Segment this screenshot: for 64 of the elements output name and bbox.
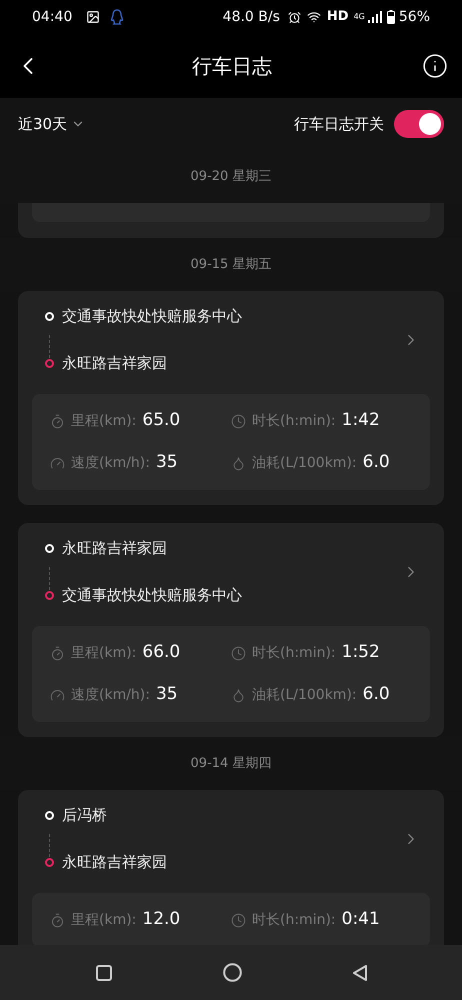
date-range-dropdown[interactable]: 近30天	[18, 112, 86, 136]
clock-icon	[231, 646, 246, 660]
clock-icon	[231, 912, 246, 928]
stat-value: 66.0	[142, 641, 180, 664]
stopwatch-icon	[50, 414, 65, 428]
penguin-icon	[110, 9, 124, 25]
clock-time: 04:40	[32, 8, 72, 26]
trip-card[interactable]: 交通事故快处快赔服务中心 永旺路吉祥家园 里程(km): 65.0 时长(h:min): 1:42 速度(km/h): 35 油耗(L/100km): 6.0	[18, 291, 444, 505]
stat-value: 6.0	[362, 451, 390, 474]
stopwatch-icon	[50, 646, 65, 660]
image-icon	[86, 10, 100, 24]
start-location: 永旺路吉祥家园	[62, 538, 167, 559]
drop-icon	[231, 688, 246, 702]
signal-icon	[368, 11, 383, 23]
date-header: 09-20 星期三	[190, 168, 272, 186]
stat-value: 0:41	[342, 908, 380, 932]
stopwatch-icon	[50, 912, 65, 928]
stat-label: 里程(km):	[71, 412, 136, 430]
stat-value: 6.0	[362, 683, 390, 706]
stat-label: 时长(h:min):	[252, 644, 336, 662]
stat-value: 65.0	[142, 409, 180, 432]
stat-value: 35	[156, 683, 178, 706]
stat-label: 油耗(L/100km):	[252, 454, 357, 472]
end-location: 交通事故快处快赔服务中心	[62, 584, 242, 606]
info-icon	[422, 53, 448, 79]
start-location: 交通事故快处快赔服务中心	[62, 306, 242, 327]
route-line	[49, 335, 50, 358]
network-speed: 48.0 B/s	[222, 8, 280, 26]
back-icon[interactable]	[352, 964, 366, 980]
wifi-icon	[306, 10, 321, 24]
route-line	[49, 567, 50, 590]
page-title: 行车日志	[192, 53, 272, 80]
stat-value: 1:42	[342, 409, 380, 432]
date-header: 09-14 星期四	[190, 754, 272, 773]
log-toggle[interactable]	[394, 110, 444, 138]
switch-label: 行车日志开关	[294, 114, 384, 135]
drop-icon	[231, 456, 246, 470]
stat-label: 速度(km/h):	[71, 454, 150, 472]
stat-value: 12.0	[142, 908, 180, 932]
stat-value: 35	[156, 451, 178, 474]
network-type: 4G	[354, 13, 365, 21]
route-line	[49, 834, 50, 857]
stat-label: 速度(km/h):	[71, 686, 150, 704]
gauge-icon	[50, 688, 65, 702]
recent-apps-icon[interactable]	[96, 964, 112, 980]
alarm-icon	[288, 10, 301, 24]
trip-card[interactable]: 后冯桥 永旺路吉祥家园 里程(km): 12.0 时长(h:min): 0:41	[18, 790, 444, 945]
trip-card[interactable]: 永旺路吉祥家园 交通事故快处快赔服务中心 里程(km): 66.0 时长(h:min): 1:52 速度(km/h): 35 油耗(L/100km): 6.0	[18, 523, 444, 737]
clock-icon	[231, 414, 246, 428]
start-location: 后冯桥	[62, 804, 107, 826]
stat-value: 1:52	[342, 641, 380, 664]
gauge-icon	[50, 456, 65, 470]
stat-label: 时长(h:min):	[252, 910, 336, 930]
battery-level: 56%	[398, 8, 430, 26]
end-location: 永旺路吉祥家园	[62, 352, 167, 374]
battery-icon	[386, 10, 395, 24]
stat-label: 油耗(L/100km):	[252, 686, 357, 704]
hd-indicator: HD	[326, 8, 349, 26]
stat-label: 里程(km):	[71, 910, 136, 930]
stat-label: 时长(h:min):	[252, 412, 336, 430]
date-header: 09-15 星期五	[190, 256, 272, 274]
home-icon[interactable]	[222, 963, 242, 982]
stat-label: 里程(km):	[71, 644, 136, 662]
end-location: 永旺路吉祥家园	[62, 852, 167, 873]
